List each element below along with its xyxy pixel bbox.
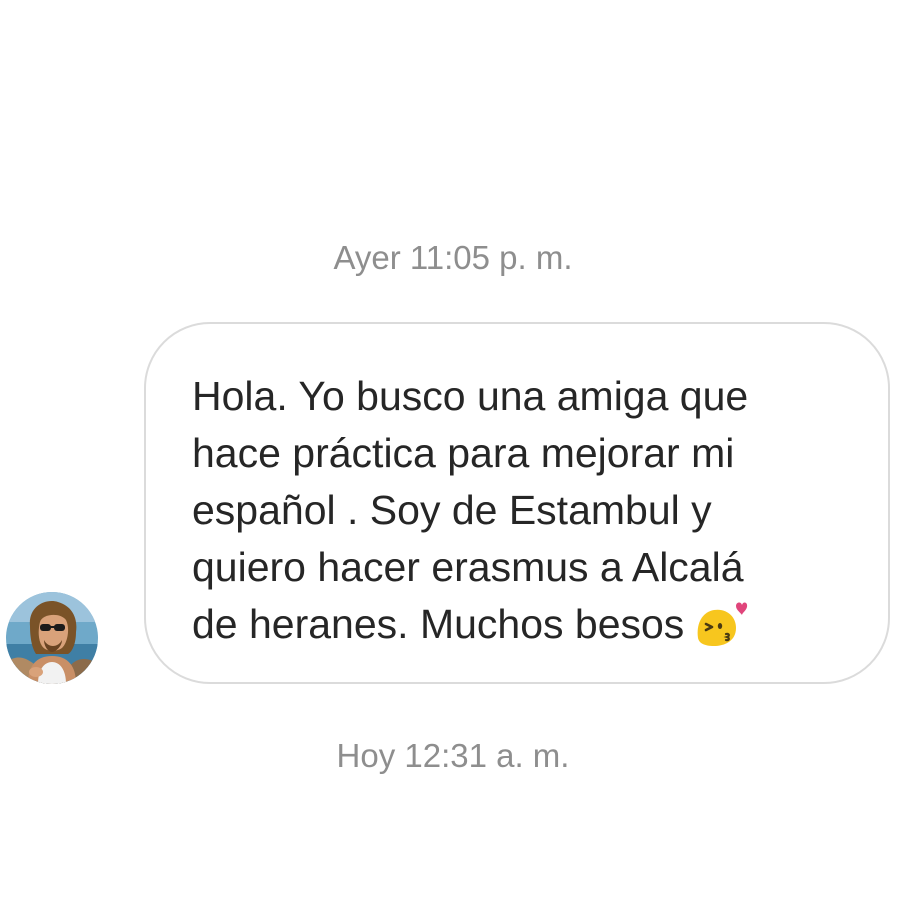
message-bubble[interactable]: Hola. Yo busco una amiga que hace prácti… — [144, 322, 890, 684]
chat-thread: Ayer 11:05 p. m. Hola. Yo busco una amig… — [0, 0, 906, 906]
timestamp-top: Ayer 11:05 p. m. — [333, 239, 573, 276]
face-blowing-a-kiss-icon — [692, 598, 748, 663]
timestamp-bottom: Hoy 12:31 a. m. — [336, 737, 570, 774]
user-avatar-icon — [6, 592, 98, 684]
sender-avatar[interactable] — [6, 592, 98, 684]
message-text: Hola. Yo busco una amiga que hace prácti… — [192, 373, 749, 647]
